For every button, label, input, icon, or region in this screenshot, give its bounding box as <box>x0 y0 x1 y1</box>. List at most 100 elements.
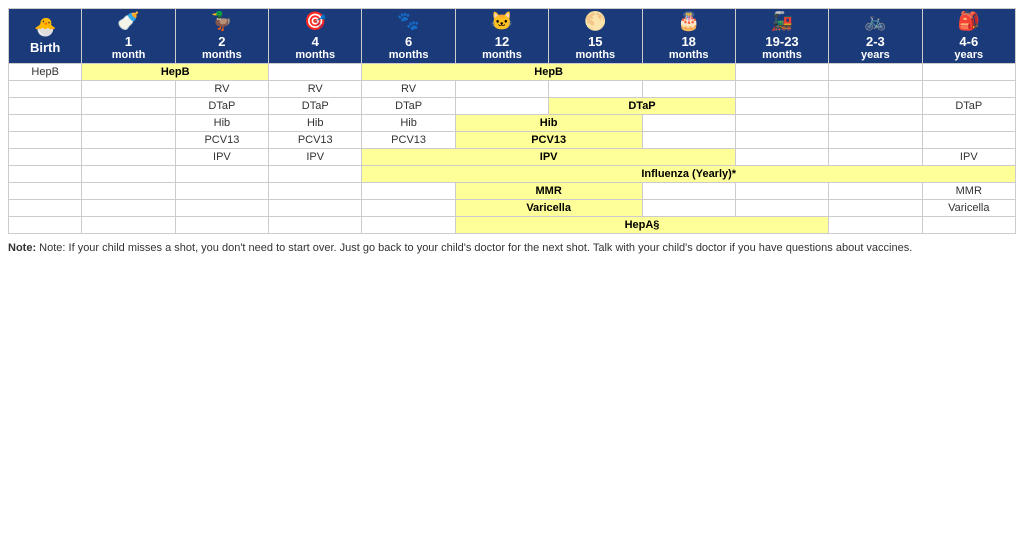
var-2mo-empty <box>175 200 268 217</box>
dtap-12mo-empty <box>455 98 548 115</box>
var-6mo-empty <box>362 200 455 217</box>
1month-icon: 🍼 <box>85 11 171 32</box>
6months-icon: 🐾 <box>365 11 451 32</box>
table-row: Varicella Varicella <box>9 200 1016 217</box>
header-birth: 🐣 Birth <box>9 9 82 64</box>
ipv-birth-empty <box>9 149 82 166</box>
flu-2mo-empty <box>175 166 268 183</box>
pcv13-4mo: PCV13 <box>269 132 362 149</box>
hepb-46yr-empty <box>922 64 1015 81</box>
pcv13-6mo: PCV13 <box>362 132 455 149</box>
4months-icon: 🎯 <box>272 11 358 32</box>
header-12months: 🐱 12 months <box>455 9 548 64</box>
46years-icon: 🎒 <box>926 11 1012 32</box>
hib-46yr-empty <box>922 115 1015 132</box>
header-6months: 🐾 6 months <box>362 9 455 64</box>
ipv-1mo-empty <box>82 149 175 166</box>
rv-23yr-empty <box>829 81 922 98</box>
hib-23yr-empty <box>829 115 922 132</box>
var-23yr-empty <box>829 200 922 217</box>
note-text: Note: If your child misses a shot, you d… <box>39 242 912 254</box>
pcv13-1923mo-empty <box>735 132 828 149</box>
table-row: MMR MMR <box>9 183 1016 200</box>
hib-12mo-15mo: Hib <box>455 115 642 132</box>
23years-icon: 🚲 <box>832 11 918 32</box>
table-row: Hib Hib Hib Hib <box>9 115 1016 132</box>
hepa-birth-empty <box>9 217 82 234</box>
hepa-12mo-1923mo: HepA§ <box>455 217 828 234</box>
hib-birth-empty <box>9 115 82 132</box>
dtap-23yr-empty <box>829 98 922 115</box>
12months-icon: 🐱 <box>459 11 545 32</box>
pcv13-birth-empty <box>9 132 82 149</box>
rv-6mo: RV <box>362 81 455 98</box>
flu-1mo-empty <box>82 166 175 183</box>
ipv-4mo: IPV <box>269 149 362 166</box>
hepa-46yr-empty <box>922 217 1015 234</box>
table-row: DTaP DTaP DTaP DTaP DTaP <box>9 98 1016 115</box>
18months-icon: 🎂 <box>646 11 732 32</box>
hib-1923mo-empty <box>735 115 828 132</box>
flu-4mo-empty <box>269 166 362 183</box>
dtap-2mo: DTaP <box>175 98 268 115</box>
vaccine-schedule-table: 🐣 Birth 🍼 1 month 🦆 2 months 🎯 4 months … <box>8 8 1016 234</box>
hepb-label: HepB <box>9 64 82 81</box>
hib-6mo: Hib <box>362 115 455 132</box>
hib-1mo-empty <box>82 115 175 132</box>
hepa-4mo-empty <box>269 217 362 234</box>
header-4months: 🎯 4 months <box>269 9 362 64</box>
mmr-1923mo-empty <box>735 183 828 200</box>
pcv13-23yr-empty <box>829 132 922 149</box>
flu-birth-empty <box>9 166 82 183</box>
header-15months: 🌕 15 months <box>549 9 642 64</box>
mmr-2mo-empty <box>175 183 268 200</box>
footnote: Note: Note: If your child misses a shot,… <box>8 242 1016 254</box>
var-birth-empty <box>9 200 82 217</box>
hib-4mo: Hib <box>269 115 362 132</box>
hepb-1mo-2mo: HepB <box>82 64 269 81</box>
mmr-23yr-empty <box>829 183 922 200</box>
table-row: HepA§ <box>9 217 1016 234</box>
mmr-birth-empty <box>9 183 82 200</box>
mmr-12mo-15mo: MMR <box>455 183 642 200</box>
table-row: Influenza (Yearly)* <box>9 166 1016 183</box>
hepb-4mo-empty <box>269 64 362 81</box>
hepa-1mo-empty <box>82 217 175 234</box>
dtap-15mo-18mo: DTaP <box>549 98 736 115</box>
ipv-1923mo-empty <box>735 149 828 166</box>
hib-2mo: Hib <box>175 115 268 132</box>
table-row: RV RV RV <box>9 81 1016 98</box>
dtap-6mo: DTaP <box>362 98 455 115</box>
rv-18mo-empty <box>642 81 735 98</box>
pcv13-2mo: PCV13 <box>175 132 268 149</box>
mmr-18mo-empty <box>642 183 735 200</box>
header-18months: 🎂 18 months <box>642 9 735 64</box>
mmr-6mo-empty <box>362 183 455 200</box>
mmr-1mo-empty <box>82 183 175 200</box>
hepa-2mo-empty <box>175 217 268 234</box>
table-row: IPV IPV IPV IPV <box>9 149 1016 166</box>
hepb-6mo-18mo: HepB <box>362 64 735 81</box>
var-1923mo-empty <box>735 200 828 217</box>
header-2months: 🦆 2 months <box>175 9 268 64</box>
rv-4mo: RV <box>269 81 362 98</box>
flu-6mo-46yr: Influenza (Yearly)* <box>362 166 1016 183</box>
var-12mo-15mo: Varicella <box>455 200 642 217</box>
rv-46yr-empty <box>922 81 1015 98</box>
table-row: HepB HepB HepB <box>9 64 1016 81</box>
hib-18mo-empty <box>642 115 735 132</box>
dtap-1923mo-empty <box>735 98 828 115</box>
rv-15mo-empty <box>549 81 642 98</box>
var-46yr: Varicella <box>922 200 1015 217</box>
table-row: PCV13 PCV13 PCV13 PCV13 <box>9 132 1016 149</box>
hepb-23yr-empty <box>829 64 922 81</box>
hepa-23yr-empty <box>829 217 922 234</box>
header-1month: 🍼 1 month <box>82 9 175 64</box>
pcv13-12mo-15mo: PCV13 <box>455 132 642 149</box>
mmr-4mo-empty <box>269 183 362 200</box>
ipv-46yr: IPV <box>922 149 1015 166</box>
ipv-23yr-empty <box>829 149 922 166</box>
var-4mo-empty <box>269 200 362 217</box>
rv-2mo: RV <box>175 81 268 98</box>
mmr-46yr: MMR <box>922 183 1015 200</box>
